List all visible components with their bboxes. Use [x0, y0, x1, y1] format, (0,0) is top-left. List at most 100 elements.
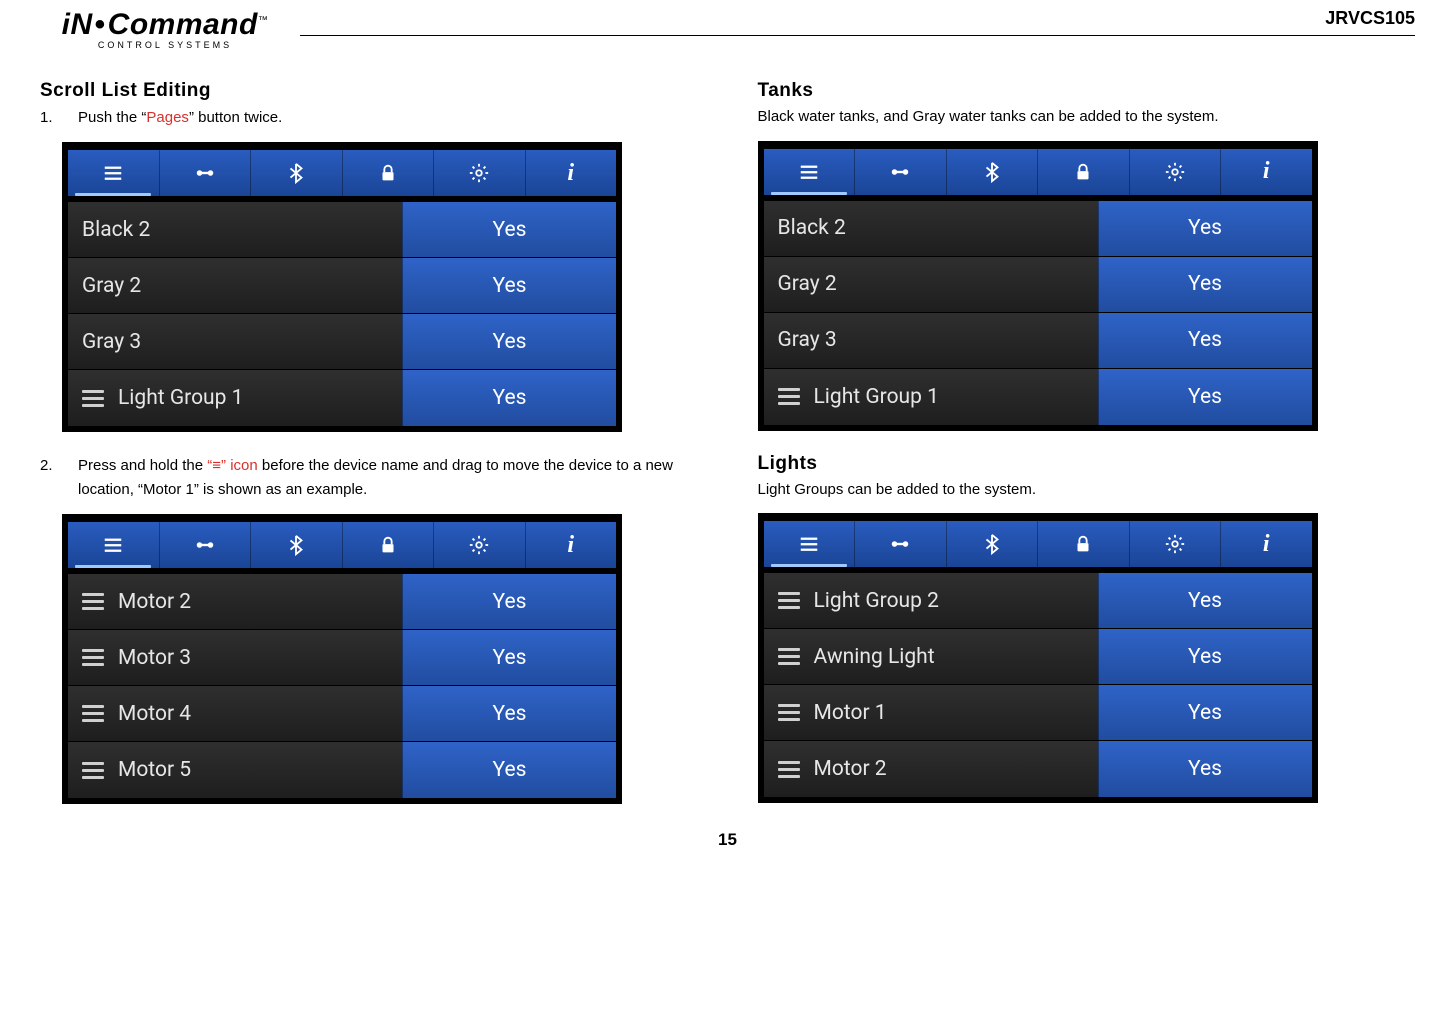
list-item[interactable]: Motor 2 Yes: [764, 741, 1312, 797]
steps-list: 1. Push the “Pages” button twice.: [40, 106, 698, 130]
row-label: Gray 3: [82, 330, 141, 354]
link-icon[interactable]: [160, 150, 252, 196]
drag-handle-icon[interactable]: [82, 649, 104, 666]
menu-icon[interactable]: [764, 149, 856, 195]
bluetooth-icon[interactable]: [947, 521, 1039, 567]
drag-handle-icon[interactable]: [778, 388, 800, 405]
info-icon[interactable]: i: [1221, 521, 1312, 567]
link-icon[interactable]: [160, 522, 252, 568]
row-value[interactable]: Yes: [1098, 629, 1312, 684]
icon-bar: i: [68, 522, 616, 568]
list-item[interactable]: Light Group 2 Yes: [764, 573, 1312, 629]
drag-handle-icon[interactable]: [778, 761, 800, 778]
row-label: Motor 5: [118, 758, 191, 782]
logo-dot: •: [93, 8, 108, 41]
info-icon[interactable]: i: [526, 522, 617, 568]
row-label: Light Group 2: [814, 589, 939, 613]
lock-icon[interactable]: [1038, 521, 1130, 567]
list-item[interactable]: Gray 2 Yes: [764, 257, 1312, 313]
list-item[interactable]: Motor 4 Yes: [68, 686, 616, 742]
drag-handle-icon[interactable]: [778, 592, 800, 609]
link-icon[interactable]: [855, 149, 947, 195]
bluetooth-icon[interactable]: [251, 150, 343, 196]
row-value[interactable]: Yes: [402, 202, 616, 257]
list-item[interactable]: Motor 1 Yes: [764, 685, 1312, 741]
list-item[interactable]: Light Group 1 Yes: [764, 369, 1312, 425]
menu-icon[interactable]: [68, 522, 160, 568]
row-list-a: Black 2 Yes Gray 2 Yes Gray 3 Yes Light …: [68, 202, 616, 426]
row-label: Gray 3: [778, 328, 837, 352]
drag-handle-icon[interactable]: [778, 704, 800, 721]
header-right: JRVCS105: [300, 8, 1415, 36]
row-value[interactable]: Yes: [1098, 257, 1312, 312]
list-item[interactable]: Gray 3 Yes: [764, 313, 1312, 369]
drag-handle-icon[interactable]: [82, 390, 104, 407]
drag-handle-icon[interactable]: [778, 648, 800, 665]
menu-icon[interactable]: [764, 521, 856, 567]
list-item[interactable]: Motor 2 Yes: [68, 574, 616, 630]
gear-icon[interactable]: [1130, 521, 1222, 567]
row-value[interactable]: Yes: [1098, 369, 1312, 425]
row-value[interactable]: Yes: [402, 630, 616, 685]
logo: iN•Command™ CONTROL SYSTEMS: [40, 8, 290, 50]
row-value[interactable]: Yes: [402, 742, 616, 798]
row-value[interactable]: Yes: [402, 686, 616, 741]
screenshot-b: i Motor 2 Yes Motor 3 Yes Motor 4 Yes Mo…: [62, 514, 622, 804]
step-1-red: Pages: [146, 109, 189, 126]
left-column: Scroll List Editing 1. Push the “Pages” …: [40, 80, 698, 826]
list-item[interactable]: Black 2 Yes: [764, 201, 1312, 257]
row-value[interactable]: Yes: [402, 258, 616, 313]
step-2: 2. Press and hold the “≡” icon before th…: [40, 454, 698, 502]
row-label: Light Group 1: [118, 386, 243, 410]
row-value[interactable]: Yes: [402, 314, 616, 369]
drag-handle-icon[interactable]: [82, 705, 104, 722]
row-value[interactable]: Yes: [1098, 573, 1312, 628]
row-label: Motor 1: [814, 701, 887, 725]
gear-icon[interactable]: [434, 522, 526, 568]
tanks-body: Black water tanks, and Gray water tanks …: [758, 106, 1416, 129]
link-icon[interactable]: [855, 521, 947, 567]
section-title-lights: Lights: [758, 453, 1416, 475]
step-1-number: 1.: [40, 106, 53, 130]
info-icon[interactable]: i: [1221, 149, 1312, 195]
list-item[interactable]: Black 2 Yes: [68, 202, 616, 258]
gear-icon[interactable]: [1130, 149, 1222, 195]
drag-handle-icon[interactable]: [82, 762, 104, 779]
step-2-icon-word: icon: [226, 457, 258, 474]
lock-icon[interactable]: [343, 522, 435, 568]
lock-icon[interactable]: [343, 150, 435, 196]
row-list-d: Light Group 2 Yes Awning Light Yes Motor…: [764, 573, 1312, 797]
header-rule: [300, 35, 1415, 36]
row-value[interactable]: Yes: [1098, 313, 1312, 368]
row-value[interactable]: Yes: [1098, 685, 1312, 740]
lock-icon[interactable]: [1038, 149, 1130, 195]
gear-icon[interactable]: [434, 150, 526, 196]
list-item[interactable]: Awning Light Yes: [764, 629, 1312, 685]
list-item[interactable]: Motor 5 Yes: [68, 742, 616, 798]
list-item[interactable]: Gray 2 Yes: [68, 258, 616, 314]
list-item[interactable]: Gray 3 Yes: [68, 314, 616, 370]
info-icon[interactable]: i: [526, 150, 617, 196]
list-item[interactable]: Motor 3 Yes: [68, 630, 616, 686]
row-value[interactable]: Yes: [402, 574, 616, 629]
row-label: Light Group 1: [814, 385, 939, 409]
model-number: JRVCS105: [300, 8, 1415, 35]
row-value[interactable]: Yes: [1098, 201, 1312, 256]
row-value[interactable]: Yes: [402, 370, 616, 426]
icon-bar: i: [764, 521, 1312, 567]
drag-handle-icon[interactable]: [82, 593, 104, 610]
menu-icon[interactable]: [68, 150, 160, 196]
screenshot-a: i Black 2 Yes Gray 2 Yes Gray 3 Yes Ligh…: [62, 142, 622, 432]
list-item[interactable]: Light Group 1 Yes: [68, 370, 616, 426]
step-2-number: 2.: [40, 454, 53, 478]
steps-list-2: 2. Press and hold the “≡” icon before th…: [40, 454, 698, 502]
icon-bar: i: [764, 149, 1312, 195]
logo-tm: ™: [258, 15, 269, 26]
right-column: Tanks Black water tanks, and Gray water …: [758, 80, 1416, 826]
row-label: Motor 4: [118, 702, 191, 726]
screenshot-d: i Light Group 2 Yes Awning Light Yes Mot…: [758, 513, 1318, 803]
bluetooth-icon[interactable]: [251, 522, 343, 568]
row-value[interactable]: Yes: [1098, 741, 1312, 797]
bluetooth-icon[interactable]: [947, 149, 1039, 195]
row-label: Gray 2: [82, 274, 141, 298]
